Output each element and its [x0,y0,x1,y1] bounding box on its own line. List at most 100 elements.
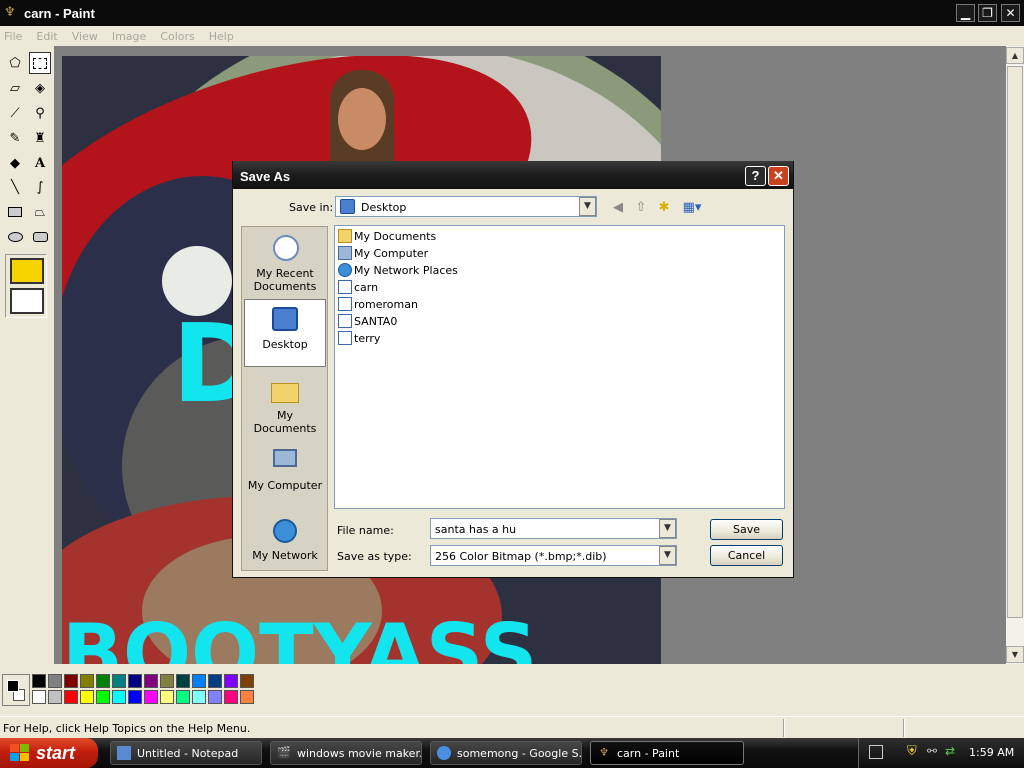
save-in-dropdown[interactable]: Desktop ▼ [335,196,597,217]
fill-tool[interactable]: ◈ [29,77,51,99]
menu-edit[interactable]: Edit [36,30,57,43]
palette-swatch[interactable] [208,690,222,704]
save-button[interactable]: Save [710,519,783,540]
free-select-tool[interactable]: ⬠ [4,52,26,74]
palette-swatch[interactable] [240,674,254,688]
palette-swatch[interactable] [64,690,78,704]
place-recent[interactable]: My Recent Documents [244,229,326,297]
taskbar-item-notepad[interactable]: Untitled - Notepad [110,741,262,765]
chevron-down-icon[interactable]: ▼ [659,546,676,565]
palette-swatch[interactable] [208,674,222,688]
palette-swatch[interactable] [32,690,46,704]
menu-file[interactable]: File [4,30,22,43]
transparent-option[interactable] [10,288,44,314]
menu-colors[interactable]: Colors [160,30,194,43]
scroll-up-button[interactable]: ▲ [1006,47,1024,64]
start-button[interactable]: start [0,738,98,768]
palette-swatch[interactable] [112,674,126,688]
magnifier-tool[interactable]: ⚲ [29,102,51,124]
rectangle-tool[interactable] [4,201,26,223]
keyboard-icon[interactable] [869,745,883,759]
rounded-rect-tool[interactable] [29,226,51,248]
place-my-documents[interactable]: My Documents [244,371,326,439]
taskbar-item-movie-maker[interactable]: 🎬 windows movie maker... [270,741,422,765]
text-tool[interactable]: A [29,152,51,174]
help-button[interactable]: ? [745,166,766,186]
safely-remove-icon[interactable]: ⇄ [945,744,955,758]
dialog-close-button[interactable]: ✕ [768,166,789,186]
back-icon[interactable]: ◀ [609,199,627,217]
palette-swatch[interactable] [192,674,206,688]
palette-swatch[interactable] [224,674,238,688]
eraser-tool[interactable]: ▱ [4,77,26,99]
start-label: start [36,742,76,763]
place-my-network[interactable]: My Network [244,511,326,570]
palette-swatch[interactable] [128,690,142,704]
taskbar-item-chrome[interactable]: somemong - Google S... [430,741,582,765]
palette-swatch[interactable] [80,690,94,704]
rect-select-tool[interactable] [29,52,51,74]
polygon-tool[interactable]: ⏢ [29,201,51,223]
palette-swatch[interactable] [64,674,78,688]
chevron-down-icon[interactable]: ▼ [659,519,676,538]
list-item[interactable]: My Network Places [338,262,458,278]
list-item[interactable]: My Documents [338,228,436,244]
list-item[interactable]: terry [338,330,380,346]
palette-swatch[interactable] [160,690,174,704]
palette-swatch[interactable] [48,690,62,704]
palette-swatch[interactable] [96,674,110,688]
shield-icon[interactable]: ⛨ [907,744,917,759]
menu-help[interactable]: Help [209,30,234,43]
network-tray-icon[interactable]: ⚯ [927,744,937,758]
palette-swatch[interactable] [144,674,158,688]
brush-tool[interactable]: ♜ [29,127,51,149]
list-item[interactable]: SANTA0 [338,313,397,329]
vertical-scrollbar[interactable]: ▲ ▼ [1006,46,1024,664]
list-item[interactable]: carn [338,279,378,295]
scroll-thumb[interactable] [1007,66,1023,618]
file-name-field[interactable]: santa has a hu ▼ [430,518,677,539]
line-tool[interactable]: ╲ [4,176,26,198]
chevron-down-icon[interactable]: ▼ [579,197,596,216]
palette-swatch[interactable] [128,674,142,688]
save-type-dropdown[interactable]: 256 Color Bitmap (*.bmp;*.dib) ▼ [430,545,677,566]
taskbar-item-paint[interactable]: ♆ carn - Paint [590,741,744,765]
place-my-computer[interactable]: My Computer [244,441,326,509]
new-folder-icon[interactable]: ✱ [655,199,673,217]
palette-swatch[interactable] [192,690,206,704]
menu-image[interactable]: Image [112,30,146,43]
scroll-down-button[interactable]: ▼ [1006,646,1024,663]
palette-swatch[interactable] [144,690,158,704]
list-item[interactable]: My Computer [338,245,428,261]
palette-swatch[interactable] [160,674,174,688]
opaque-option[interactable] [10,258,44,284]
pencil-tool[interactable]: ✎ [4,127,26,149]
maximize-button[interactable]: ❐ [978,4,997,22]
palette-swatch[interactable] [112,690,126,704]
palette-swatch[interactable] [48,674,62,688]
up-folder-icon[interactable]: ⇧ [632,199,650,217]
palette-swatch[interactable] [224,690,238,704]
palette-swatch[interactable] [32,674,46,688]
list-item[interactable]: romeroman [338,296,418,312]
palette-swatch[interactable] [96,690,110,704]
cancel-button[interactable]: Cancel [710,545,783,566]
file-list[interactable]: My Documents My Computer My Network Plac… [334,225,785,509]
palette-swatch[interactable] [80,674,94,688]
place-my-computer-label: My Computer [247,479,323,492]
color-picker-tool[interactable]: ⟋ [4,102,26,124]
ellipse-tool[interactable] [4,226,26,248]
folder-icon [338,229,352,243]
place-desktop[interactable]: Desktop [244,299,326,367]
minimize-button[interactable]: ▁ [956,4,975,22]
palette-swatch[interactable] [176,674,190,688]
palette-swatch[interactable] [240,690,254,704]
curve-tool[interactable]: ∫ [29,176,51,198]
palette-swatch[interactable] [176,690,190,704]
menu-view[interactable]: View [72,30,98,43]
views-menu-icon[interactable]: ▦▾ [679,199,705,217]
bitmap-file-icon [338,331,352,345]
airbrush-tool[interactable]: ◆ [4,152,26,174]
close-button[interactable]: ✕ [1001,4,1020,22]
save-as-dialog: Save As ? ✕ Save in: Desktop ▼ ◀ ⇧ ✱ ▦▾ … [232,161,794,578]
